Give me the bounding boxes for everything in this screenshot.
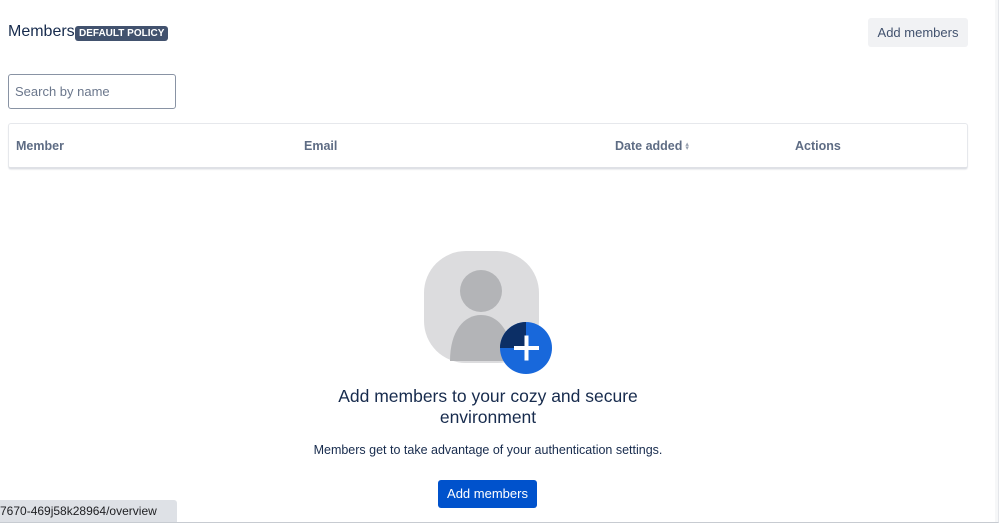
add-members-button[interactable]: Add members — [868, 18, 968, 47]
sort-icon: ▴ ▾ — [685, 140, 689, 152]
status-bar-url: 7670-469j58k28964/overview — [0, 500, 177, 522]
scrollbar[interactable] — [995, 0, 998, 522]
column-header-date-added[interactable]: Date added ▴ ▾ — [615, 139, 689, 153]
column-header-date-added-label: Date added — [615, 139, 683, 153]
members-page: Members DEFAULT POLICY Add members Membe… — [0, 0, 999, 523]
empty-state-title: Add members to your cozy and secure envi… — [338, 386, 638, 427]
empty-state-add-members-button[interactable]: Add members — [438, 480, 537, 508]
column-header-actions: Actions — [795, 139, 841, 153]
column-header-member: Member — [16, 139, 64, 153]
search-input[interactable] — [8, 74, 176, 109]
column-header-email: Email — [304, 139, 338, 153]
members-table-header: Member Email Date added ▴ ▾ Actions — [8, 123, 968, 169]
empty-state-description: Members get to take advantage of your au… — [313, 443, 663, 457]
add-user-icon — [424, 251, 552, 374]
page-title: Members — [8, 23, 75, 40]
policy-badge: DEFAULT POLICY — [75, 26, 169, 41]
